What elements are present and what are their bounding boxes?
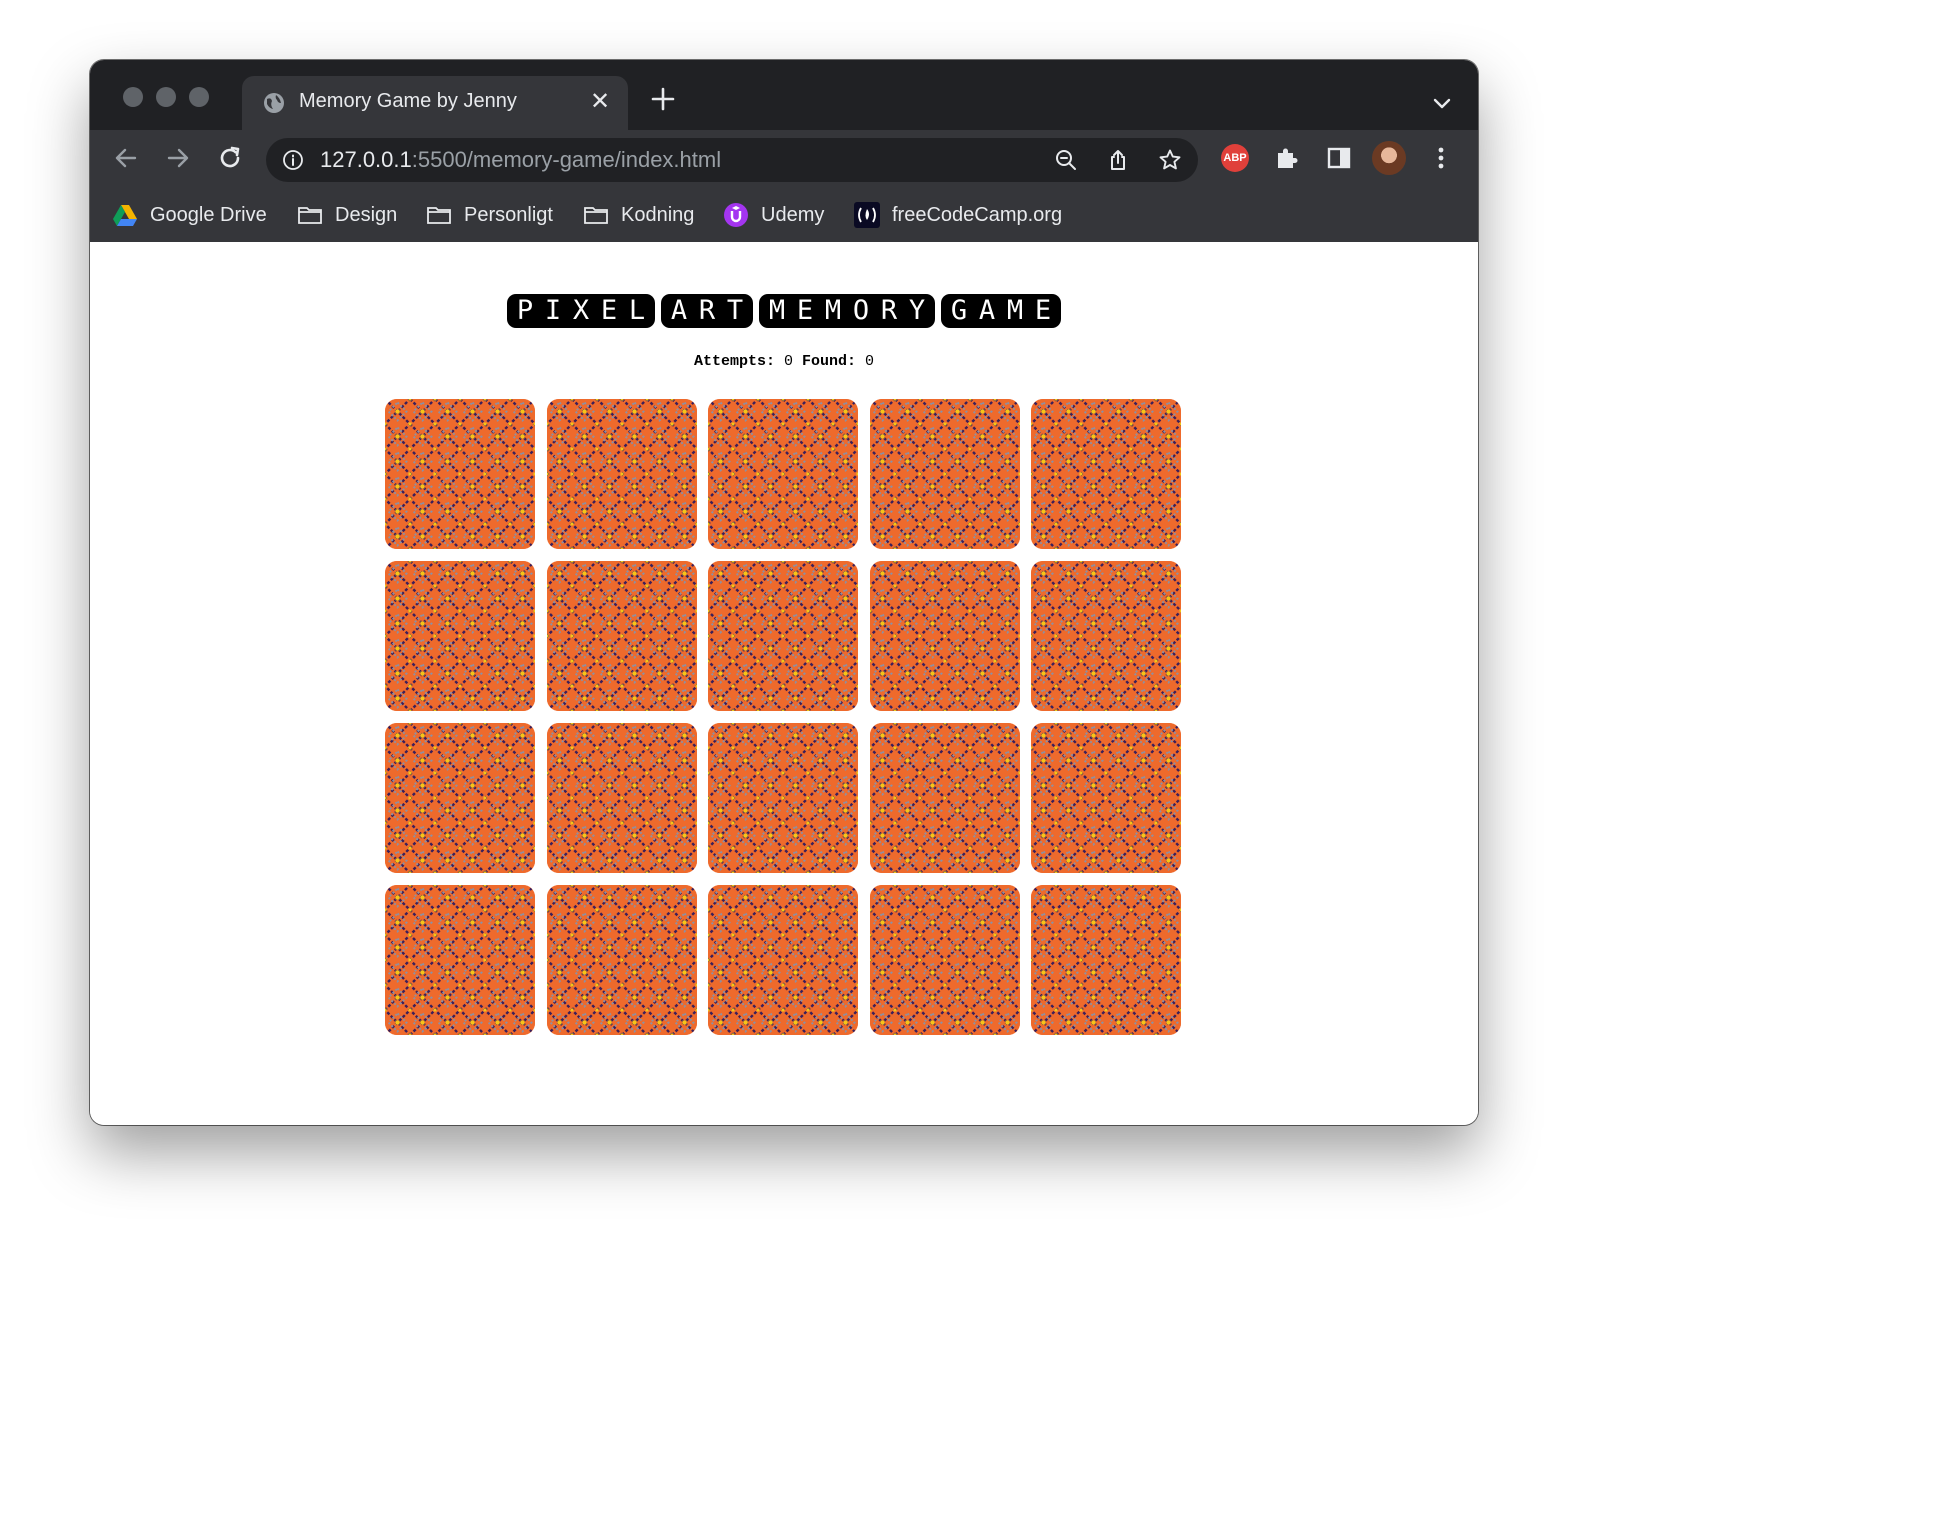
udemy-icon <box>724 203 748 227</box>
share-icon[interactable] <box>1106 148 1130 172</box>
memory-card[interactable] <box>708 399 858 549</box>
memory-card[interactable] <box>869 561 1020 711</box>
memory-card[interactable] <box>385 399 535 549</box>
folder-icon <box>298 207 322 224</box>
profile-avatar[interactable] <box>1372 141 1406 175</box>
forward-arrow-icon[interactable] <box>164 144 192 172</box>
folder-icon <box>427 207 451 224</box>
bookmark-freecodecamp[interactable]: freeCodeCamp.org <box>854 200 1062 230</box>
url-host: 127.0.0.1 <box>320 147 412 172</box>
bookmark-folder-design[interactable]: Design <box>297 200 397 230</box>
memory-card[interactable] <box>869 723 1020 873</box>
title-word: PIXEL <box>507 294 655 328</box>
new-tab-icon[interactable] <box>650 86 676 112</box>
bookmark-star-icon[interactable] <box>1158 148 1182 172</box>
memory-card[interactable] <box>546 399 697 549</box>
card-pattern <box>869 561 1020 711</box>
card-pattern <box>1031 885 1181 1035</box>
memory-card[interactable] <box>708 723 858 873</box>
card-pattern <box>546 723 697 873</box>
bookmark-google-drive[interactable]: Google Drive <box>112 200 267 230</box>
card-pattern <box>1031 561 1181 711</box>
folder-icon <box>584 207 608 224</box>
card-pattern <box>546 561 697 711</box>
card-pattern <box>869 399 1020 549</box>
back-arrow-icon[interactable] <box>112 144 140 172</box>
bookmarks-bar: Google Drive Design Personligt Kodning U… <box>90 186 1478 243</box>
card-pattern <box>385 399 535 549</box>
memory-card[interactable] <box>546 885 697 1035</box>
card-pattern <box>546 399 697 549</box>
memory-card[interactable] <box>546 561 697 711</box>
reload-icon[interactable] <box>216 144 244 172</box>
zoom-icon[interactable] <box>1054 148 1078 172</box>
side-panel-icon[interactable] <box>1325 144 1353 172</box>
bookmark-folder-personligt[interactable]: Personligt <box>426 200 553 230</box>
bookmark-label: Udemy <box>761 203 825 226</box>
window-minimize-dot[interactable] <box>156 87 176 107</box>
attempts-label: Attempts: <box>693 353 775 370</box>
url-text[interactable]: 127.0.0.1:5500/memory-game/index.html <box>320 147 721 173</box>
memory-card[interactable] <box>546 723 697 873</box>
card-pattern <box>869 723 1020 873</box>
address-bar[interactable]: 127.0.0.1:5500/memory-game/index.html <box>266 138 1198 182</box>
memory-card[interactable] <box>708 561 858 711</box>
card-pattern <box>385 885 535 1035</box>
memory-card[interactable] <box>1031 723 1181 873</box>
bookmark-label: Kodning <box>621 203 695 226</box>
card-pattern <box>708 561 858 711</box>
game-stats: Attempts: 0 Found: 0 <box>90 353 1478 370</box>
title-word: MEMORY <box>759 294 935 328</box>
memory-card[interactable] <box>1031 885 1181 1035</box>
url-path: :5500/memory-game/index.html <box>411 147 722 172</box>
title-word: GAME <box>941 294 1061 328</box>
globe-icon <box>264 93 284 113</box>
card-pattern <box>385 561 535 711</box>
found-label: Found: <box>802 353 857 370</box>
more-menu-icon[interactable] <box>1427 144 1455 172</box>
bookmark-folder-kodning[interactable]: Kodning <box>583 200 694 230</box>
bookmark-udemy[interactable]: Udemy <box>723 200 824 230</box>
card-pattern <box>708 399 858 549</box>
card-pattern <box>708 885 858 1035</box>
card-grid <box>385 399 1185 1035</box>
bookmark-label: Google Drive <box>150 203 267 226</box>
freecodecamp-icon <box>854 202 880 228</box>
card-pattern <box>546 885 697 1035</box>
bookmark-label: Personligt <box>464 203 553 226</box>
found-value: 0 <box>865 353 875 370</box>
memory-card[interactable] <box>1031 561 1181 711</box>
google-drive-icon <box>113 205 137 226</box>
browser-toolbar: 127.0.0.1:5500/memory-game/index.html AB… <box>90 130 1478 186</box>
tab-close-icon[interactable]: ✕ <box>588 88 612 116</box>
memory-card[interactable] <box>385 723 535 873</box>
memory-card[interactable] <box>708 885 858 1035</box>
browser-window: Memory Game by Jenny ✕ 127.0.0.1:5500/me… <box>90 60 1478 1125</box>
game-title: PIXELARTMEMORYGAME <box>90 294 1478 328</box>
memory-card[interactable] <box>869 885 1020 1035</box>
title-word: ART <box>661 294 753 328</box>
card-pattern <box>1031 399 1181 549</box>
bookmark-label: Design <box>335 203 398 226</box>
page-content: PIXELARTMEMORYGAME Attempts: 0 Found: 0 <box>90 242 1478 1125</box>
chevron-down-icon[interactable] <box>1432 96 1452 110</box>
memory-card[interactable] <box>385 885 535 1035</box>
memory-card[interactable] <box>869 399 1020 549</box>
site-info-icon[interactable] <box>282 149 304 171</box>
window-zoom-dot[interactable] <box>189 87 209 107</box>
bookmark-label: freeCodeCamp.org <box>892 203 1063 226</box>
window-close-dot[interactable] <box>123 87 143 107</box>
card-pattern <box>869 885 1020 1035</box>
card-pattern <box>385 723 535 873</box>
tab-title: Memory Game by Jenny <box>299 90 517 112</box>
memory-card[interactable] <box>385 561 535 711</box>
browser-titlebar: Memory Game by Jenny ✕ <box>90 60 1478 130</box>
attempts-value: 0 <box>783 353 793 370</box>
card-pattern <box>1031 723 1181 873</box>
tab-active[interactable]: Memory Game by Jenny ✕ <box>242 76 628 130</box>
adblock-extension-icon[interactable]: ABP <box>1221 144 1249 172</box>
card-pattern <box>708 723 858 873</box>
memory-card[interactable] <box>1031 399 1181 549</box>
extensions-puzzle-icon[interactable] <box>1273 144 1301 172</box>
